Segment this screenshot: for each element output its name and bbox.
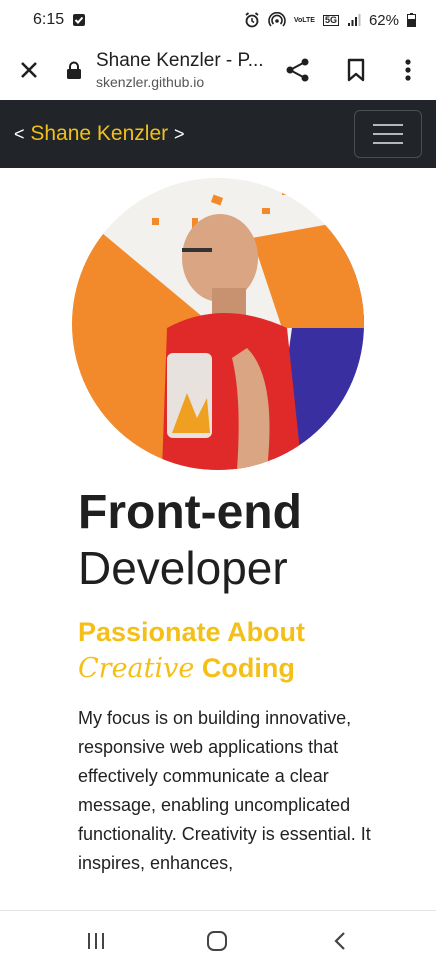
tagline: Passionate About Creative Coding xyxy=(78,614,305,687)
battery-icon xyxy=(407,13,416,27)
5g-icon: 5G xyxy=(322,14,339,26)
volte-label: VoLTE xyxy=(293,16,315,24)
battery-percent: 62% xyxy=(368,11,399,29)
brand-open: < xyxy=(14,124,25,144)
more-vert-icon xyxy=(405,59,411,81)
menu-icon-bar xyxy=(373,133,403,135)
status-bar: 6:15 VoLTE 5G 62% xyxy=(0,0,436,40)
menu-icon-bar xyxy=(373,142,403,144)
tagline-line1: Passionate About xyxy=(78,617,306,647)
status-time: 6:15 xyxy=(33,11,65,28)
recents-icon xyxy=(88,933,104,949)
tagline-script: Creative xyxy=(78,653,195,684)
lock-icon[interactable] xyxy=(66,60,84,80)
page-title: Shane Kenzler - P... xyxy=(96,50,264,71)
close-button[interactable] xyxy=(16,57,42,83)
brand-close: > xyxy=(173,124,185,144)
browser-toolbar: Shane Kenzler - P... skenzler.github.io xyxy=(0,40,436,100)
system-nav-bar xyxy=(0,910,436,971)
checkbox-notification-icon xyxy=(72,13,86,27)
bookmark-button[interactable] xyxy=(340,54,372,86)
url-block[interactable]: Shane Kenzler - P... skenzler.github.io xyxy=(96,50,266,90)
title-bold: Front-end xyxy=(78,486,302,539)
domain-text: skenzler.github.io xyxy=(96,74,205,90)
menu-toggle-button[interactable] xyxy=(354,110,422,158)
share-icon xyxy=(286,58,309,82)
brand-link[interactable]: < Shane Kenzler > xyxy=(14,122,184,146)
menu-icon xyxy=(373,124,403,126)
profile-photo xyxy=(72,178,364,470)
brand-name: Shane Kenzler xyxy=(30,122,169,145)
volte-icon: VoLTE xyxy=(294,16,315,25)
bookmark-icon xyxy=(347,58,365,82)
recents-button[interactable] xyxy=(82,929,110,953)
home-button[interactable] xyxy=(203,929,231,953)
tagline-end: Coding xyxy=(194,653,295,683)
alarm-icon xyxy=(244,12,260,28)
hotspot-icon xyxy=(268,12,286,28)
signal-icon xyxy=(347,13,361,27)
close-icon xyxy=(21,62,37,78)
hero-heading: Front-end Developer xyxy=(78,484,302,596)
bio-paragraph: My focus is on building innovative, resp… xyxy=(78,708,371,873)
more-options-button[interactable] xyxy=(392,54,424,86)
5g-label: 5G xyxy=(322,14,339,26)
site-navbar: < Shane Kenzler > xyxy=(0,100,436,168)
share-button[interactable] xyxy=(282,54,314,86)
home-icon xyxy=(207,931,227,951)
back-icon xyxy=(334,932,345,950)
back-button[interactable] xyxy=(326,929,354,953)
title-light: Developer xyxy=(78,542,288,594)
